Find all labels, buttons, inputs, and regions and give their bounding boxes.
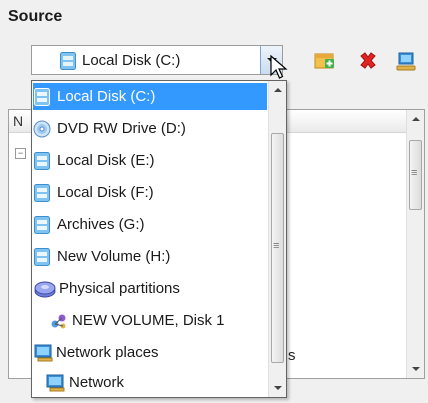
partition-icon (50, 312, 68, 330)
disk-icon (60, 52, 76, 74)
dropdown-item-archives-g[interactable]: Archives (G:) (33, 211, 267, 238)
delete-icon[interactable] (358, 51, 378, 75)
scroll-down-icon[interactable] (269, 380, 286, 397)
scroll-thumb[interactable] (271, 133, 284, 363)
list-header-label: N (13, 113, 24, 129)
disk-icon (33, 247, 51, 266)
dropdown-item-label: New Volume (H:) (57, 248, 171, 265)
dropdown-item-local-disk-c[interactable]: Local Disk (C:) (33, 83, 267, 110)
disk-icon (33, 183, 51, 202)
dropdown-item-label: Local Disk (C:) (57, 88, 156, 105)
list-item-fragment: s (288, 347, 296, 364)
dropdown-item-label: Archives (G:) (57, 216, 145, 233)
dropdown-item-label: Physical partitions (59, 280, 180, 297)
network-icon (46, 374, 65, 392)
physical-partitions-icon (34, 280, 56, 298)
list-scrollbar[interactable] (406, 110, 424, 378)
source-dropdown-list[interactable]: Local Disk (C:) DVD RW Drive (D:) Local … (31, 80, 287, 398)
disk-icon (33, 215, 51, 234)
scroll-up-icon[interactable] (407, 110, 424, 127)
network-places-icon (34, 344, 53, 362)
dropdown-item-label: NEW VOLUME, Disk 1 (72, 312, 225, 329)
dropdown-item-label: Network (69, 374, 125, 391)
dropdown-item-label: Local Disk (F:) (57, 184, 154, 201)
dropdown-item-label: Network places (56, 344, 159, 361)
dropdown-item-new-volume-disk-1[interactable]: NEW VOLUME, Disk 1 (50, 307, 267, 334)
dropdown-item-label: DVD RW Drive (D:) (57, 120, 186, 137)
dropdown-item-physical-partitions[interactable]: Physical partitions (34, 275, 267, 302)
dropdown-item-network-places[interactable]: Network places (34, 339, 267, 366)
dropdown-item-new-volume-h[interactable]: New Volume (H:) (33, 243, 267, 270)
computer-user-icon[interactable] (396, 51, 418, 77)
dropdown-scrollbar[interactable] (268, 81, 286, 397)
scroll-thumb[interactable] (409, 140, 422, 210)
scroll-up-icon[interactable] (269, 81, 286, 98)
dropdown-item-local-disk-f[interactable]: Local Disk (F:) (33, 179, 267, 206)
disk-icon (33, 87, 51, 106)
combo-value: Local Disk (C:) (82, 52, 181, 69)
add-icon[interactable] (314, 51, 336, 75)
expand-icon[interactable]: − (15, 148, 26, 159)
dvd-icon (33, 120, 51, 138)
dropdown-item-network[interactable]: Network (46, 369, 267, 396)
disk-icon (33, 151, 51, 170)
dropdown-item-label: Local Disk (E:) (57, 152, 155, 169)
section-title: Source (8, 8, 63, 25)
source-combo[interactable]: Local Disk (C:) (31, 45, 283, 75)
scroll-down-icon[interactable] (407, 361, 424, 378)
dropdown-item-dvd-rw-drive-d[interactable]: DVD RW Drive (D:) (33, 115, 267, 142)
dropdown-item-local-disk-e[interactable]: Local Disk (E:) (33, 147, 267, 174)
